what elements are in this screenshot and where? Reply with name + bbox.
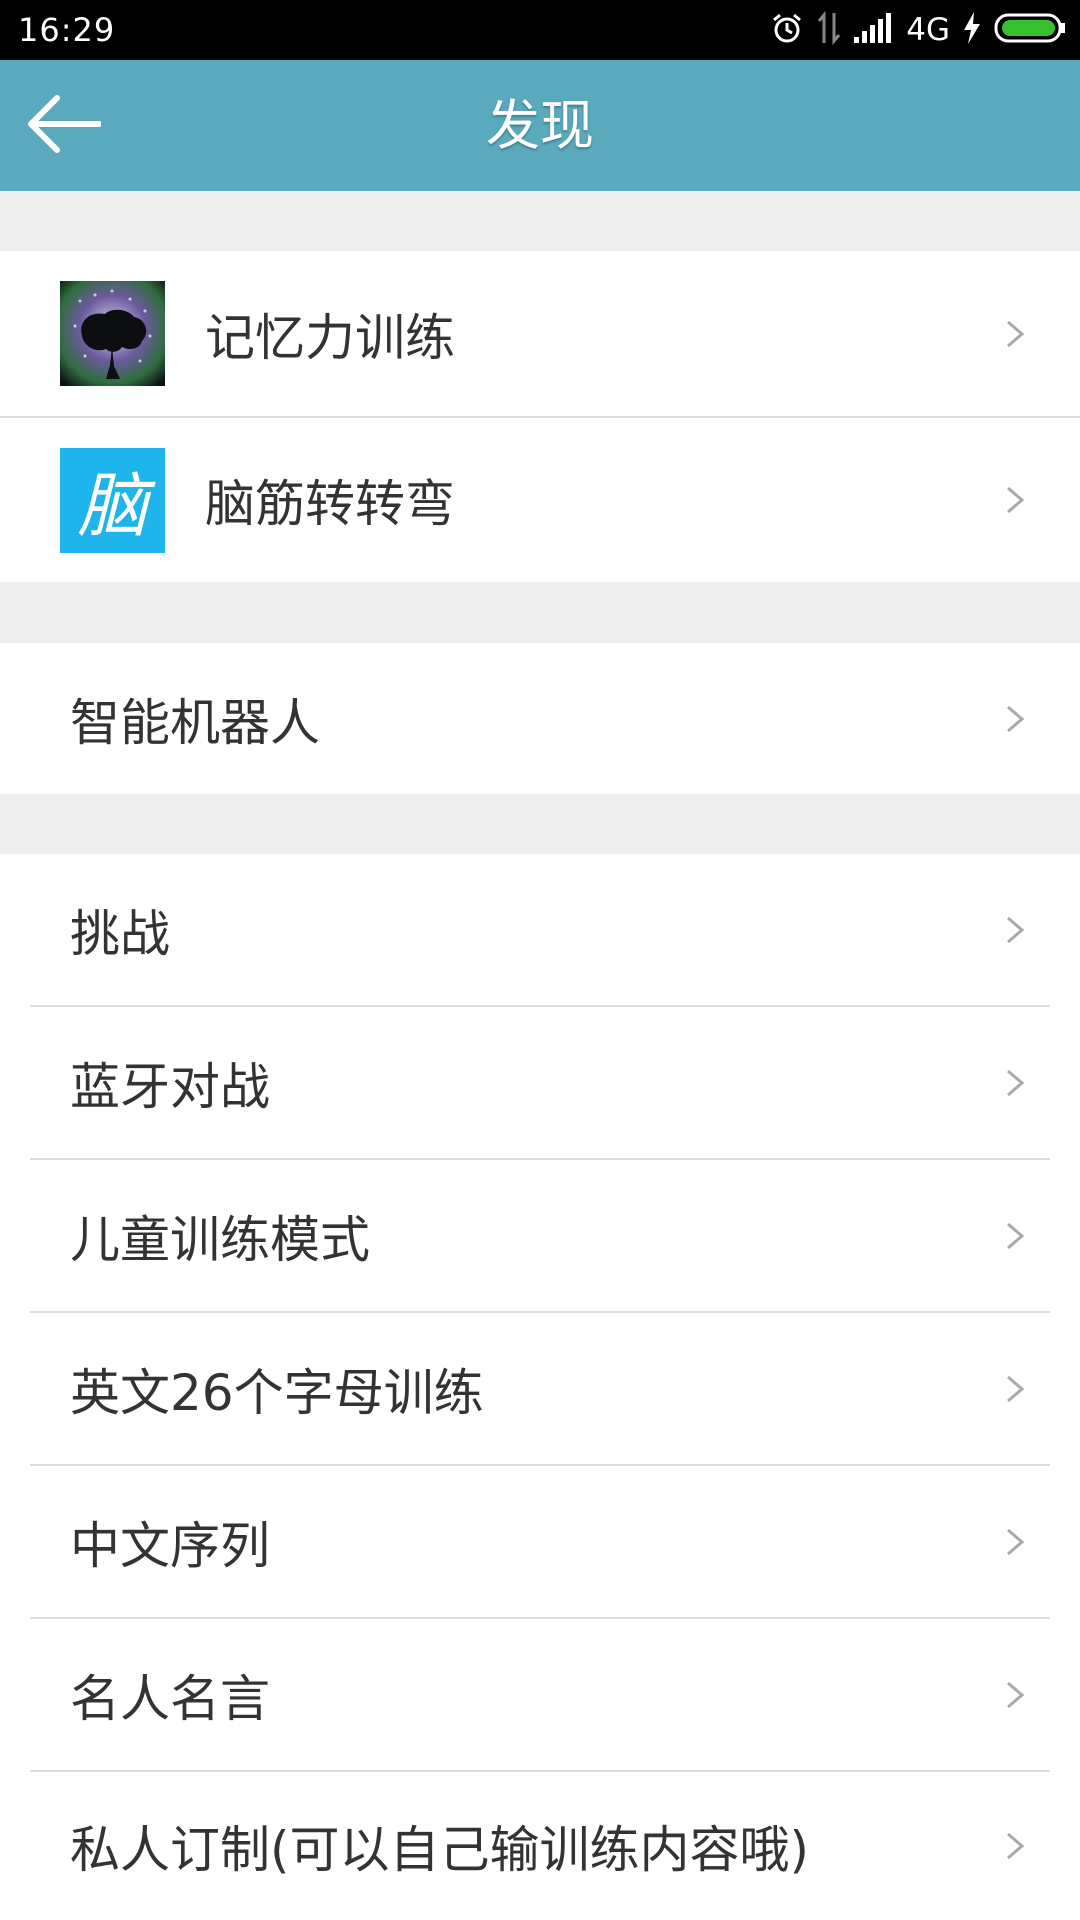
list-item-challenge[interactable]: 挑战 (0, 854, 1080, 1005)
section-spacer (0, 191, 1080, 251)
list-item-label: 中文序列 (70, 1516, 270, 1575)
chevron-right-icon (1002, 1221, 1028, 1251)
chevron-right-icon (1002, 1680, 1028, 1710)
chevron-right-icon (1002, 1831, 1028, 1861)
list-item-smart-robot[interactable]: 智能机器人 (0, 643, 1080, 794)
chevron-right-icon (1002, 1068, 1028, 1098)
battery-icon (994, 13, 1066, 47)
chevron-right-icon (1002, 1527, 1028, 1557)
status-bar: 16:29 4G (0, 0, 1080, 60)
list-item-label: 名人名言 (70, 1669, 270, 1728)
list-item-label: 英文26个字母训练 (70, 1363, 484, 1422)
alarm-icon (770, 11, 804, 49)
brain-app-icon (60, 281, 165, 386)
section-spacer (0, 794, 1080, 854)
chevron-right-icon (1002, 1374, 1028, 1404)
chevron-right-icon (1002, 704, 1028, 734)
app-bar: 发现 (0, 60, 1080, 191)
status-time: 16:29 (18, 11, 116, 49)
list-item-famous-quotes[interactable]: 名人名言 (0, 1619, 1080, 1770)
nao-app-icon: 脑 (60, 448, 165, 553)
list-item-brain-teaser[interactable]: 脑 脑筋转转弯 (0, 418, 1080, 582)
list-item-label: 蓝牙对战 (70, 1057, 270, 1116)
section-spacer (0, 582, 1080, 643)
list-item-kids-mode[interactable]: 儿童训练模式 (0, 1160, 1080, 1311)
list-item-label: 儿童训练模式 (70, 1210, 370, 1269)
list-item-label: 挑战 (70, 904, 170, 963)
signal-icon (854, 13, 894, 47)
network-type: 4G (906, 12, 950, 48)
chevron-right-icon (1002, 915, 1028, 945)
list-item-label: 私人订制(可以自己输训练内容哦) (70, 1821, 810, 1879)
list-item-bluetooth-battle[interactable]: 蓝牙对战 (0, 1007, 1080, 1158)
list-item-label: 记忆力训练 (205, 308, 455, 367)
list-item-label: 智能机器人 (70, 693, 320, 752)
status-icons: 4G (770, 0, 1066, 60)
nao-icon-glyph: 脑 (77, 465, 148, 547)
list-item-memory-training[interactable]: 记忆力训练 (0, 251, 1080, 416)
chevron-right-icon (1002, 485, 1028, 515)
charging-icon (962, 12, 982, 48)
list-item-custom-content[interactable]: 私人订制(可以自己输训练内容哦) (0, 1772, 1080, 1920)
data-arrows-icon (816, 10, 842, 49)
list-item-chinese-sequence[interactable]: 中文序列 (0, 1466, 1080, 1617)
page-title: 发现 (486, 94, 594, 157)
list-item-alphabet-training[interactable]: 英文26个字母训练 (0, 1313, 1080, 1464)
list-item-label: 脑筋转转弯 (205, 475, 455, 533)
chevron-right-icon (1002, 319, 1028, 349)
